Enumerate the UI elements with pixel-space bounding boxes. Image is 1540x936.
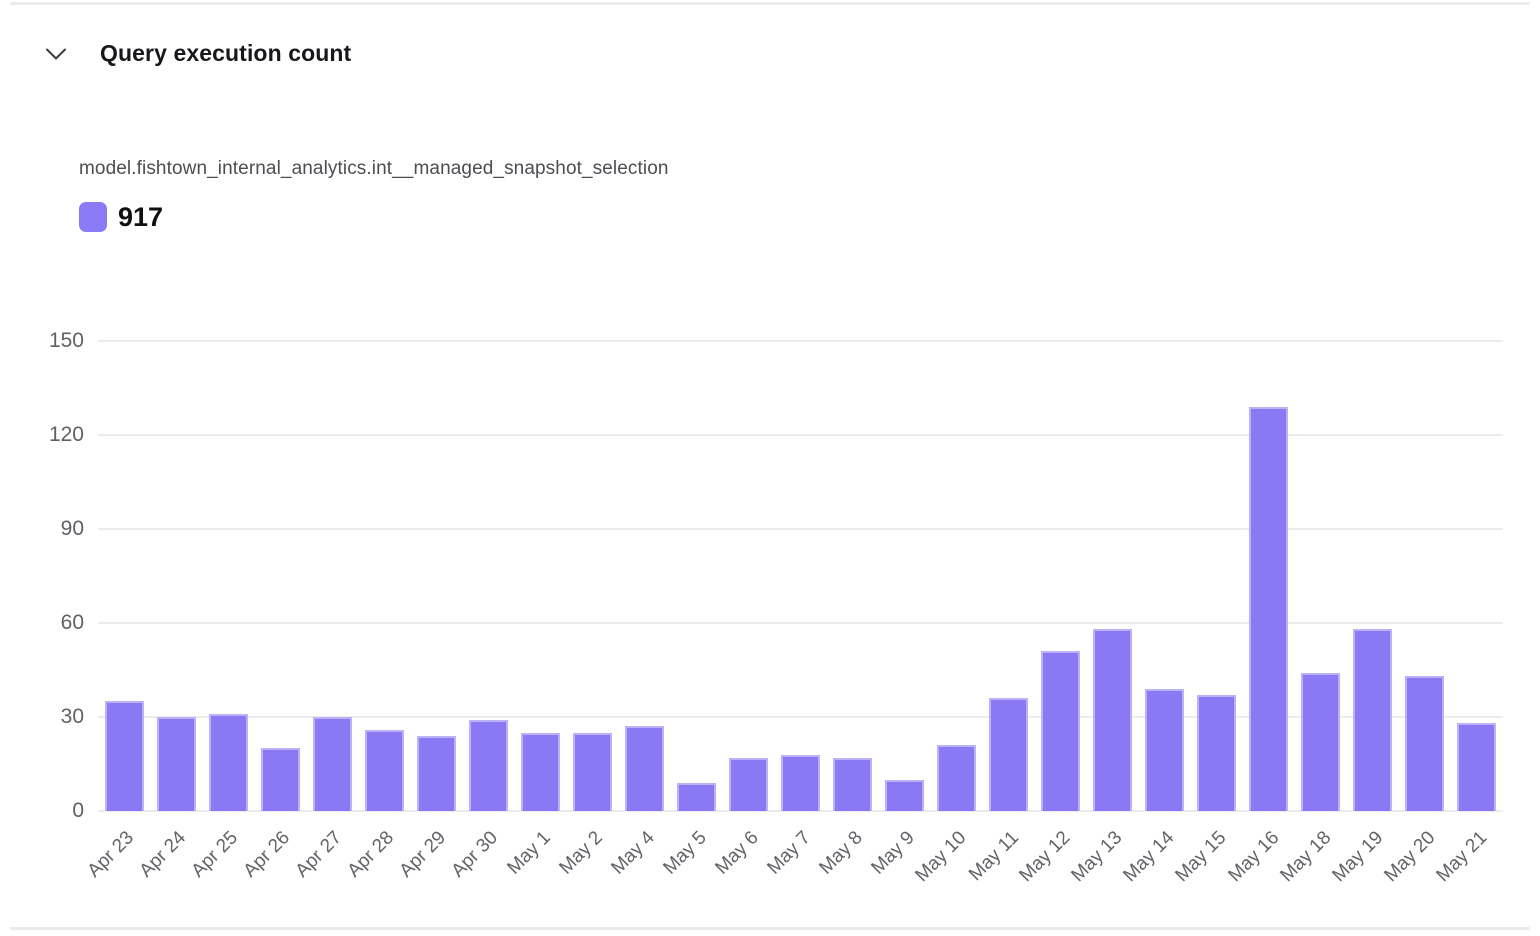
bar-may-2[interactable]: [573, 733, 612, 811]
y-tick-label-60: 60: [0, 611, 84, 635]
bar-apr-25[interactable]: [209, 714, 248, 811]
x-tick-label-may-6: May 6: [711, 827, 763, 879]
x-tick-label-apr-30: Apr 30: [448, 827, 503, 882]
bar-may-9[interactable]: [885, 780, 924, 811]
x-tick-label-may-1: May 1: [503, 827, 555, 879]
gridline-150: [98, 340, 1503, 342]
bar-apr-23[interactable]: [105, 701, 144, 811]
x-tick-label-may-7: May 7: [763, 827, 815, 879]
x-tick-label-may-21: May 21: [1432, 827, 1492, 887]
bar-may-15[interactable]: [1197, 695, 1236, 811]
bar-may-20[interactable]: [1405, 676, 1444, 811]
x-axis-labels: Apr 23Apr 24Apr 25Apr 26Apr 27Apr 28Apr …: [98, 812, 1503, 922]
x-tick-label-may-12: May 12: [1016, 827, 1076, 887]
x-tick-label-may-20: May 20: [1380, 827, 1440, 887]
x-tick-label-may-16: May 16: [1224, 827, 1284, 887]
bar-may-11[interactable]: [989, 698, 1028, 811]
x-tick-label-apr-29: Apr 29: [396, 827, 451, 882]
x-tick-label-apr-26: Apr 26: [240, 827, 295, 882]
x-tick-label-may-14: May 14: [1120, 827, 1180, 887]
bottom-divider: [10, 927, 1530, 930]
gridline-60: [98, 622, 1503, 624]
bar-may-12[interactable]: [1041, 651, 1080, 811]
bar-apr-29[interactable]: [417, 736, 456, 811]
bar-may-10[interactable]: [937, 745, 976, 811]
bar-may-4[interactable]: [625, 726, 664, 811]
bar-may-19[interactable]: [1353, 629, 1392, 811]
gridline-30: [98, 716, 1503, 718]
x-tick-label-may-11: May 11: [965, 827, 1024, 886]
y-tick-label-90: 90: [0, 517, 84, 541]
bar-chart: 0306090120150 Apr 23Apr 24Apr 25Apr 26Ap…: [0, 0, 1540, 936]
bar-apr-28[interactable]: [365, 730, 404, 811]
bar-may-8[interactable]: [833, 758, 872, 811]
bar-may-16[interactable]: [1249, 407, 1288, 811]
y-axis-labels: 0306090120150: [0, 341, 84, 811]
bar-may-6[interactable]: [729, 758, 768, 811]
x-tick-label-may-15: May 15: [1172, 827, 1232, 887]
bar-may-7[interactable]: [781, 755, 820, 811]
gridline-90: [98, 528, 1503, 530]
y-tick-label-0: 0: [0, 799, 84, 823]
plot-area: [98, 341, 1503, 811]
x-tick-label-may-10: May 10: [912, 827, 972, 887]
x-tick-label-apr-24: Apr 24: [136, 827, 191, 882]
bar-apr-26[interactable]: [261, 748, 300, 811]
x-tick-label-may-4: May 4: [607, 827, 659, 879]
x-tick-label-apr-27: Apr 27: [292, 827, 347, 882]
x-tick-label-may-5: May 5: [659, 827, 711, 879]
y-tick-label-120: 120: [0, 423, 84, 447]
x-tick-label-may-8: May 8: [815, 827, 867, 879]
bar-may-1[interactable]: [521, 733, 560, 811]
bar-may-21[interactable]: [1457, 723, 1496, 811]
bar-apr-24[interactable]: [157, 717, 196, 811]
y-tick-label-150: 150: [0, 329, 84, 353]
gridline-120: [98, 434, 1503, 436]
bar-may-5[interactable]: [677, 783, 716, 811]
bar-may-13[interactable]: [1093, 629, 1132, 811]
bar-may-18[interactable]: [1301, 673, 1340, 811]
x-tick-label-may-19: May 19: [1328, 827, 1388, 887]
x-tick-label-may-18: May 18: [1276, 827, 1336, 887]
y-tick-label-30: 30: [0, 705, 84, 729]
x-tick-label-apr-28: Apr 28: [344, 827, 399, 882]
x-tick-label-apr-25: Apr 25: [188, 827, 243, 882]
x-tick-label-apr-23: Apr 23: [84, 827, 139, 882]
bar-apr-30[interactable]: [469, 720, 508, 811]
x-tick-label-may-13: May 13: [1068, 827, 1128, 887]
x-tick-label-may-2: May 2: [555, 827, 607, 879]
bar-apr-27[interactable]: [313, 717, 352, 811]
bar-may-14[interactable]: [1145, 689, 1184, 811]
